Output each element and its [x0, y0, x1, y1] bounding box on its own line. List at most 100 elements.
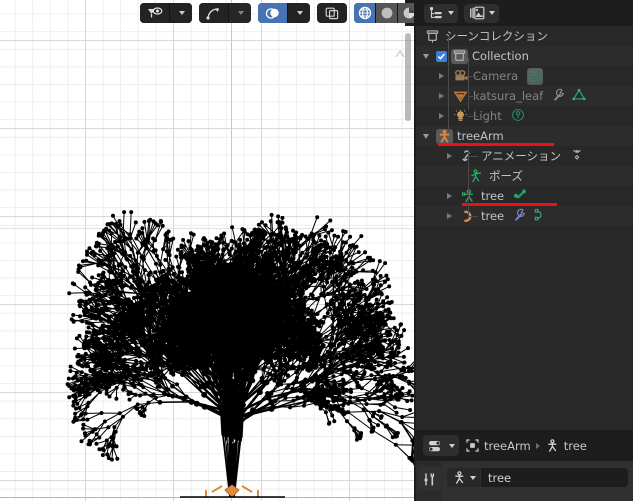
outliner-row-label: treeArm: [457, 129, 504, 143]
shading-wireframe-icon[interactable]: [354, 3, 376, 23]
properties-header: treeArm tree: [416, 430, 633, 461]
properties-tab-strip: [416, 461, 442, 501]
outliner-row-label: katsura_leaf: [473, 89, 543, 103]
outliner-row-label: tree: [481, 189, 504, 203]
datablock-name-field[interactable]: tree: [481, 468, 628, 487]
display-mode-dropdown[interactable]: [464, 4, 499, 23]
camera-data-icon[interactable]: [527, 68, 543, 85]
shading-solid-icon[interactable]: [376, 3, 398, 23]
armature-data-icon: [545, 439, 559, 453]
armature-datablock: tree: [447, 468, 628, 487]
annotation-underline: [462, 203, 557, 206]
hierarchy-connector: [468, 116, 478, 117]
properties-body: tree: [416, 461, 633, 501]
disclosure-triangle[interactable]: [447, 146, 452, 166]
hierarchy-connector: [468, 150, 469, 218]
outliner-editor[interactable]: シーンコレクション Collection Camera katsura_leaf Lig…: [416, 0, 633, 430]
datablock-browse-button[interactable]: [447, 468, 480, 487]
3d-viewport[interactable]: [0, 0, 414, 501]
viewport-header: [140, 0, 414, 26]
annotation-underline: [438, 143, 554, 146]
disclosure-triangle[interactable]: [423, 126, 429, 146]
object-type-visibility-dropdown[interactable]: [170, 3, 192, 23]
editor-type-dropdown[interactable]: [424, 4, 458, 23]
visibility-group: [140, 3, 192, 23]
outliner-icon: [429, 6, 444, 20]
camera-object-icon: [452, 68, 469, 84]
disclosure-triangle[interactable]: [439, 106, 444, 126]
tab-tool[interactable]: [417, 467, 441, 491]
hierarchy-connector: [468, 96, 478, 97]
modifier-wrench-icon[interactable]: [552, 88, 566, 105]
properties-content: tree: [442, 461, 633, 501]
chevron-down-icon: [470, 476, 476, 480]
light-data-icon[interactable]: [511, 108, 525, 125]
breadcrumb-object-label[interactable]: treeArm: [484, 439, 531, 453]
show-gizmo-icon[interactable]: [199, 3, 229, 23]
mesh-data-icon[interactable]: [572, 88, 586, 105]
chevron-down-icon: [238, 11, 244, 15]
hierarchy-connector: [468, 156, 478, 157]
chevron-down-icon: [489, 11, 495, 15]
shading-material-preview-icon[interactable]: [398, 3, 414, 23]
hierarchy-connector: [468, 216, 478, 217]
properties-editor-type-dropdown[interactable]: [423, 435, 459, 456]
hierarchy-connector: [448, 36, 449, 132]
object-icon: [466, 439, 479, 452]
scene-collection-icon: [424, 29, 441, 44]
outliner-header: [416, 0, 633, 26]
disclosure-triangle[interactable]: [447, 206, 452, 226]
overlays-dropdown[interactable]: [288, 3, 310, 23]
view-layer-icon: [469, 6, 485, 20]
blender-window: シーンコレクション Collection Camera katsura_leaf Lig…: [0, 0, 633, 501]
curve-data-icon[interactable]: [533, 208, 547, 225]
overlay-group: [258, 3, 310, 23]
disclosure-triangle[interactable]: [439, 66, 444, 86]
outliner-row-animation[interactable]: アニメーション: [416, 146, 633, 166]
outliner-row-label: tree: [481, 209, 504, 223]
properties-icon: [428, 439, 444, 453]
disclosure-triangle[interactable]: [439, 86, 444, 106]
xray-group: [317, 3, 347, 23]
collection-checkbox[interactable]: [436, 51, 447, 62]
gizmo-dropdown[interactable]: [229, 3, 251, 23]
outliner-row-pose[interactable]: ポーズ: [416, 166, 633, 186]
outliner-row-label: Camera: [473, 69, 518, 83]
armature-data-icon: [452, 471, 466, 485]
chevron-down-icon: [179, 11, 185, 15]
viewport-scrollbar[interactable]: [405, 33, 411, 121]
armature-object-icon: [436, 129, 453, 144]
tool-icon: [421, 471, 438, 488]
breadcrumb-data-label[interactable]: tree: [564, 439, 587, 453]
show-overlays-icon[interactable]: [258, 3, 288, 23]
navigation-gizmo-icon[interactable]: [394, 48, 406, 60]
chevron-down-icon: [449, 444, 455, 448]
hierarchy-connector: [468, 76, 478, 77]
collection-icon: [451, 49, 468, 64]
shading-group: [354, 3, 414, 23]
mesh-object-icon: [452, 89, 469, 104]
outliner-row-label: ポーズ: [489, 168, 523, 184]
action-icon[interactable]: [570, 148, 584, 165]
outliner-row-label: シーンコレクション: [445, 28, 548, 44]
pose-icon: [468, 169, 485, 184]
disclosure-triangle[interactable]: [447, 186, 452, 206]
armature-origin-markers: [180, 485, 285, 498]
chevron-down-icon: [448, 11, 454, 15]
gizmo-group: [199, 3, 251, 23]
object-type-visibility-icon[interactable]: [140, 3, 170, 23]
properties-editor[interactable]: treeArm tree tree: [416, 430, 633, 501]
breadcrumb: treeArm tree: [466, 439, 587, 453]
bone-icon[interactable]: [513, 188, 527, 205]
modifier-wrench-icon[interactable]: [513, 208, 527, 225]
light-object-icon: [452, 109, 469, 124]
disclosure-triangle[interactable]: [423, 46, 429, 66]
outliner-row-label: Collection: [472, 49, 529, 63]
outliner-row-label: アニメーション: [481, 148, 561, 164]
outliner-row-curve-object-tree[interactable]: tree: [416, 206, 633, 226]
tree-armature-wireframe: [0, 0, 414, 501]
breadcrumb-separator-icon: [536, 443, 540, 449]
hierarchy-connector: [468, 58, 469, 110]
chevron-down-icon: [297, 11, 303, 15]
toggle-xray-icon[interactable]: [317, 3, 347, 23]
